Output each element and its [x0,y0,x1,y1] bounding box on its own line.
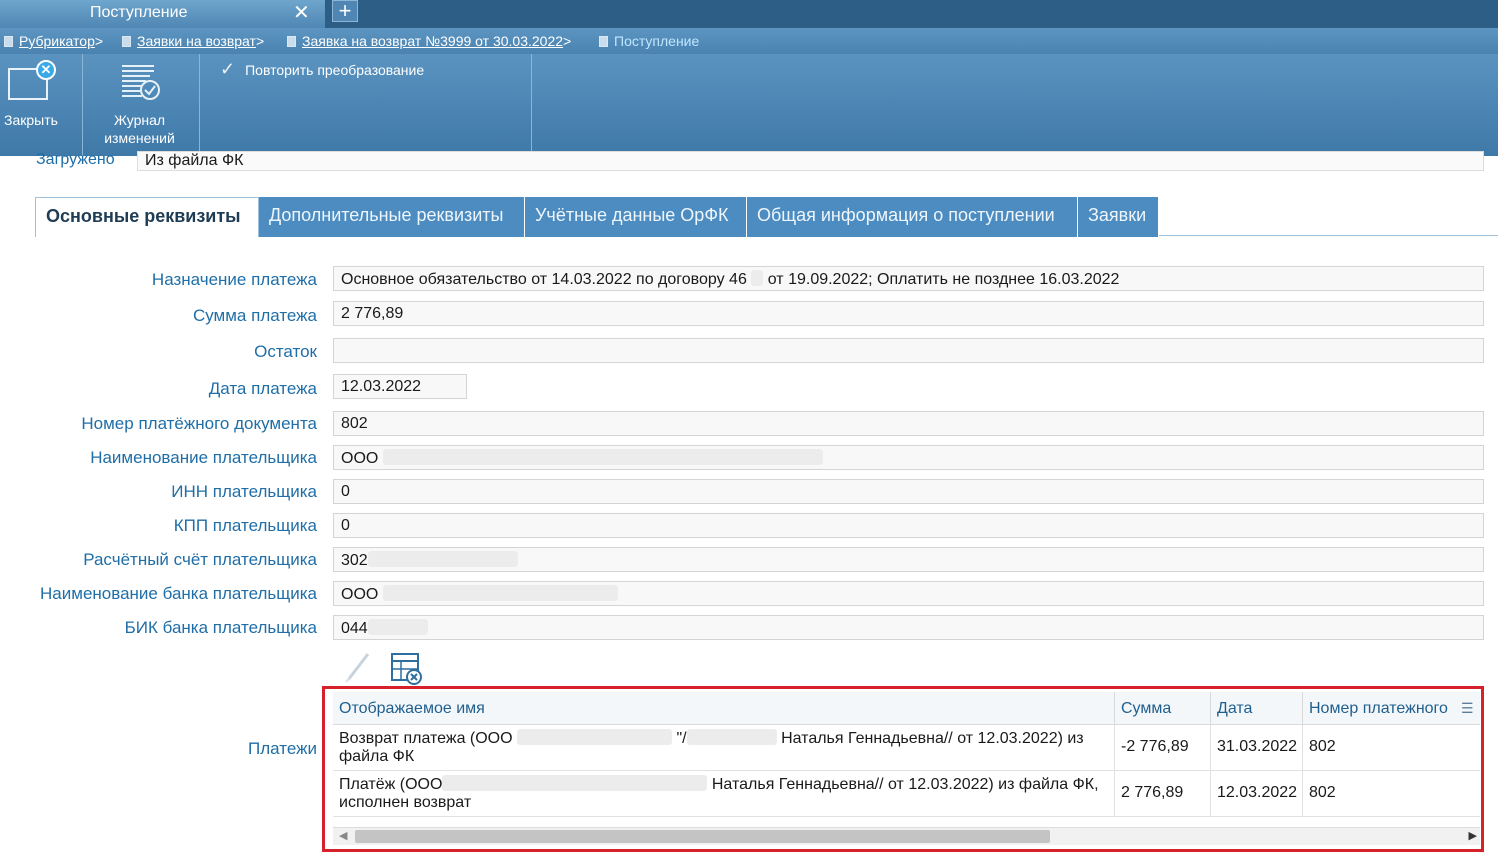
kpp-field[interactable]: 0 [333,513,1484,538]
close-tab-icon[interactable]: ✕ [293,2,310,24]
docnum-field[interactable]: 802 [333,411,1484,436]
history-log-icon [122,65,160,100]
delete-table-icon[interactable] [390,652,424,686]
repeat-transform-label: Повторить преобразование [245,62,425,78]
breadcrumb: Рубрикатор> Заявки на возврат> Заявка на… [0,28,1498,54]
loaded-label: Загружено [36,151,115,168]
column-header-sum[interactable]: Сумма [1115,692,1211,725]
bank-field[interactable]: ООО [333,581,1484,606]
table-row-name[interactable]: Возврат платежа (ООО "/ Наталья Геннадье… [333,725,1115,771]
breadcrumb-item-requests[interactable]: Заявки на возврат> [122,33,264,49]
kpp-label: КПП плательщика [173,516,317,535]
column-header-date[interactable]: Дата [1211,692,1303,725]
payer-label: Наименование плательщика [90,448,317,467]
bank-label: Наименование банка плательщика [40,584,317,603]
tab-orfk-data[interactable]: Учётные данные ОрФК [525,197,747,237]
list-icon [122,36,131,47]
redacted-area [382,449,823,465]
redacted-area [367,551,518,567]
breadcrumb-item-rubricator[interactable]: Рубрикатор> [4,33,103,49]
edit-pencil-icon[interactable] [342,650,372,684]
inn-label: ИНН плательщика [171,482,317,501]
inn-field[interactable]: 0 [333,479,1484,504]
payments-label: Платежи [248,739,317,758]
bik-field[interactable]: 044 [333,615,1484,640]
date-field[interactable]: 12.03.2022 [333,374,467,399]
table-row-date[interactable]: 12.03.2022 [1211,771,1303,817]
toolbar-divider [531,54,532,156]
repeat-transform-button[interactable]: ✓ Повторить преобразование [220,59,424,80]
payments-grid[interactable]: Отображаемое имя Сумма Дата Номер платеж… [333,692,1480,846]
table-row-sum[interactable]: 2 776,89 [1115,771,1211,817]
redacted-area [686,729,777,745]
scroll-right-icon[interactable]: ▶ [1469,829,1477,842]
column-header-number[interactable]: Номер платежного [1303,692,1480,725]
redacted-area [367,619,428,635]
redacted-area [382,585,618,601]
table-row-number[interactable]: 802 [1303,771,1480,817]
journal-button-label: Журнал изменений [104,112,175,146]
journal-button[interactable]: Журнал изменений [83,54,199,156]
purpose-label: Назначение платежа [151,270,317,289]
date-label: Дата платежа [208,379,317,398]
horizontal-scrollbar[interactable]: ◀ ▶ [333,827,1480,845]
checkmark-icon: ✓ [220,59,236,79]
breadcrumb-item-request[interactable]: Заявка на возврат №3999 от 30.03.2022> [287,33,571,49]
table-row-date[interactable]: 31.03.2022 [1211,725,1303,771]
payer-field[interactable]: ООО [333,445,1484,470]
rest-field[interactable] [333,338,1484,363]
account-field[interactable]: 302 [333,547,1484,572]
redacted-area [751,270,764,286]
tab-general-info[interactable]: Общая информация о поступлении [747,197,1078,237]
add-tab-button[interactable]: + [332,0,358,22]
list-icon [4,36,13,47]
purpose-field[interactable]: Основное обязательство от 14.03.2022 по … [333,266,1484,291]
window-tabbar: Поступление ✕ + [0,0,1498,28]
tab-main-details[interactable]: Основные реквизиты [35,197,259,237]
amount-label: Сумма платежа [192,306,317,325]
loaded-field: Из файла ФК [137,151,1484,171]
tab-requests[interactable]: Заявки [1078,197,1159,237]
tab-additional-details[interactable]: Дополнительные реквизиты [259,197,525,237]
table-row-number[interactable]: 802 [1303,725,1480,771]
amount-field[interactable]: 2 776,89 [333,301,1484,326]
docnum-label: Номер платёжного документа [81,414,317,433]
window-tab-active[interactable]: Поступление ✕ [0,0,325,28]
redacted-area [517,729,673,745]
bik-label: БИК банка плательщика [124,618,317,637]
toolbar: ✕ Закрыть Журнал изменений ✓ Повторить пре… [0,54,1498,156]
document-icon [287,36,296,47]
redacted-area [442,775,708,791]
account-label: Расчётный счёт плательщика [83,550,317,569]
close-button[interactable]: ✕ Закрыть [0,54,82,156]
column-header-name[interactable]: Отображаемое имя [333,692,1115,725]
column-menu-icon[interactable]: ☰ [1461,700,1477,716]
close-button-label: Закрыть [4,112,58,128]
close-icon: ✕ [36,60,56,80]
scroll-left-icon[interactable]: ◀ [339,829,347,842]
breadcrumb-item-current: Поступление [599,33,699,49]
table-row-name[interactable]: Платёж (ООО Наталья Геннадьевна// от 12.… [333,771,1115,817]
scrollbar-thumb[interactable] [355,830,1050,843]
document-icon [599,36,608,47]
window-tab-title: Поступление [90,4,188,21]
rest-label: Остаток [254,342,317,361]
toolbar-divider [199,54,200,156]
table-row-sum[interactable]: -2 776,89 [1115,725,1211,771]
